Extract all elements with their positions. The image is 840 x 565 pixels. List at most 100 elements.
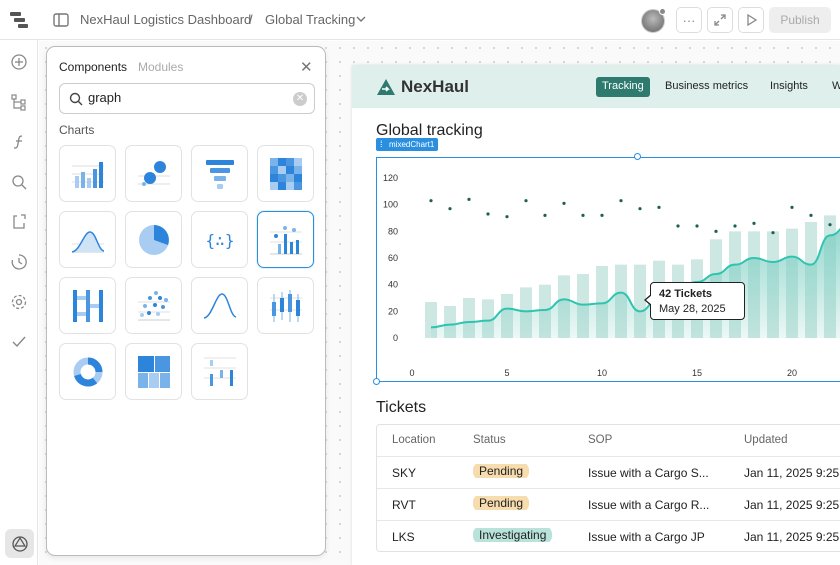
cell-sop: Issue with a Cargo R... — [588, 498, 710, 512]
section-title-tickets: Tickets — [376, 399, 427, 416]
app-name-breadcrumb[interactable]: NexHaul Logistics Dashboard — [80, 12, 251, 27]
components-panel: Components Modules ✕ ✕ Charts {∴} — [46, 46, 326, 556]
y-tick-label: 120 — [383, 173, 398, 183]
sidebar-toggle-icon[interactable] — [52, 11, 70, 29]
chart-point — [524, 199, 528, 203]
add-icon[interactable] — [10, 53, 28, 71]
heatmap-chart-icon — [270, 158, 302, 190]
json-chart-icon: {∴} — [206, 231, 235, 250]
chart-point — [752, 221, 756, 225]
tile-json-chart[interactable]: {∴} — [191, 211, 248, 268]
cell-updated: Jan 11, 2025 9:25... — [744, 498, 840, 512]
chart-point — [448, 207, 452, 211]
brand-name: NexHaul — [401, 77, 470, 96]
chart-point — [429, 199, 433, 203]
tile-funnel-chart[interactable] — [191, 145, 248, 202]
nav-tracking[interactable]: Tracking — [596, 77, 650, 97]
cell-location: SKY — [392, 466, 417, 480]
breadcrumb-separator: / — [249, 12, 253, 27]
settings-icon[interactable] — [10, 293, 28, 311]
column-header-status[interactable]: Status — [473, 434, 506, 446]
y-tick-label: 60 — [388, 253, 398, 263]
function-icon[interactable] — [10, 133, 28, 151]
nav-business-metrics[interactable]: Business metrics — [659, 77, 754, 97]
top-bar: NexHaul Logistics Dashboard / Global Tra… — [0, 0, 840, 40]
chart-point — [657, 205, 661, 209]
tile-heatmap-chart[interactable] — [257, 145, 314, 202]
chevron-down-icon[interactable] — [354, 12, 368, 26]
nav-insights[interactable]: Insights — [764, 77, 814, 97]
tile-candlestick-chart[interactable] — [257, 277, 314, 334]
scatter-chart-icon — [138, 291, 170, 321]
tile-bubble-chart[interactable] — [125, 145, 182, 202]
tile-step-chart[interactable] — [191, 343, 248, 400]
treemap-chart-icon — [138, 356, 170, 388]
funnel-chart-icon — [206, 160, 234, 189]
nav-more[interactable]: W — [826, 77, 840, 97]
expand-button[interactable] — [707, 7, 733, 33]
app-logo-icon[interactable] — [10, 12, 28, 28]
chart-point — [600, 213, 604, 217]
x-tick-label: 0 — [409, 368, 414, 378]
tile-treemap-chart[interactable] — [125, 343, 182, 400]
tile-donut-chart[interactable] — [59, 343, 116, 400]
x-tick-label: 10 — [597, 368, 607, 378]
search-input[interactable] — [88, 90, 278, 105]
chart-point — [733, 224, 737, 228]
column-header-location[interactable]: Location — [392, 434, 435, 446]
presence-dot — [659, 8, 666, 15]
table-row[interactable]: RVT Pending Issue with a Cargo R... Jan … — [377, 489, 840, 521]
x-tick-label: 5 — [504, 368, 509, 378]
y-tick-label: 100 — [383, 200, 398, 210]
more-button[interactable]: ··· — [676, 7, 702, 33]
y-tick-label: 0 — [393, 333, 398, 343]
history-icon[interactable] — [10, 253, 28, 271]
component-library-button[interactable] — [5, 529, 34, 558]
chart-point — [486, 212, 490, 216]
tile-mixed-chart[interactable] — [257, 211, 314, 268]
candlestick-chart-icon — [270, 290, 302, 322]
tooltip-value: 42 Tickets — [659, 288, 713, 300]
chart-point — [790, 205, 794, 209]
y-tick-label: 80 — [388, 226, 398, 236]
cell-sop: Issue with a Cargo JP — [588, 530, 705, 544]
bubble-chart-icon — [138, 161, 170, 186]
mixed-chart: 0 20 40 60 80 100 120 0 5 10 15 20 — [383, 173, 840, 378]
column-header-sop[interactable]: SOP — [588, 434, 612, 446]
chart-point — [638, 207, 642, 211]
search-icon[interactable] — [10, 173, 28, 191]
tile-scatter-chart[interactable] — [125, 277, 182, 334]
close-icon[interactable]: ✕ — [300, 58, 313, 76]
component-tag[interactable]: mixedChart1 — [376, 138, 439, 151]
x-tick-label: 20 — [787, 368, 797, 378]
tree-icon[interactable] — [10, 93, 28, 111]
page-name-breadcrumb[interactable]: Global Tracking — [265, 12, 355, 27]
preview-button[interactable] — [738, 7, 764, 33]
cell-updated: Jan 11, 2025 9:25... — [744, 530, 840, 544]
chart-point — [695, 224, 699, 228]
table-row[interactable]: LKS Investigating Issue with a Cargo JP … — [377, 521, 840, 551]
tile-bar-chart[interactable] — [59, 145, 116, 202]
check-icon[interactable] — [10, 333, 28, 351]
tickets-table: Location Status SOP Updated SKY Pending … — [376, 424, 840, 552]
cell-location: LKS — [392, 530, 415, 544]
app-header: NexHaul Tracking Business metrics Insigh… — [352, 65, 840, 108]
query-icon[interactable] — [10, 213, 28, 231]
tile-line-distribution-chart[interactable] — [191, 277, 248, 334]
table-row[interactable]: SKY Pending Issue with a Cargo S... Jan … — [377, 457, 840, 489]
nexhaul-logo-icon — [377, 79, 395, 95]
publish-button[interactable]: Publish — [769, 7, 831, 33]
more-icon: ··· — [682, 12, 696, 28]
tile-area-distribution-chart[interactable] — [59, 211, 116, 268]
clear-search-icon[interactable]: ✕ — [293, 92, 307, 106]
pie-chart-icon — [139, 225, 169, 255]
tab-modules[interactable]: Modules — [138, 60, 183, 74]
charts-section-label: Charts — [59, 123, 95, 137]
status-badge: Pending — [473, 464, 530, 478]
tab-components[interactable]: Components — [59, 60, 127, 74]
tile-gantt-chart[interactable] — [59, 277, 116, 334]
brand[interactable]: NexHaul — [376, 77, 469, 97]
column-header-updated[interactable]: Updated — [744, 434, 787, 446]
tile-pie-chart[interactable] — [125, 211, 182, 268]
mixed-chart-icon — [270, 226, 302, 255]
